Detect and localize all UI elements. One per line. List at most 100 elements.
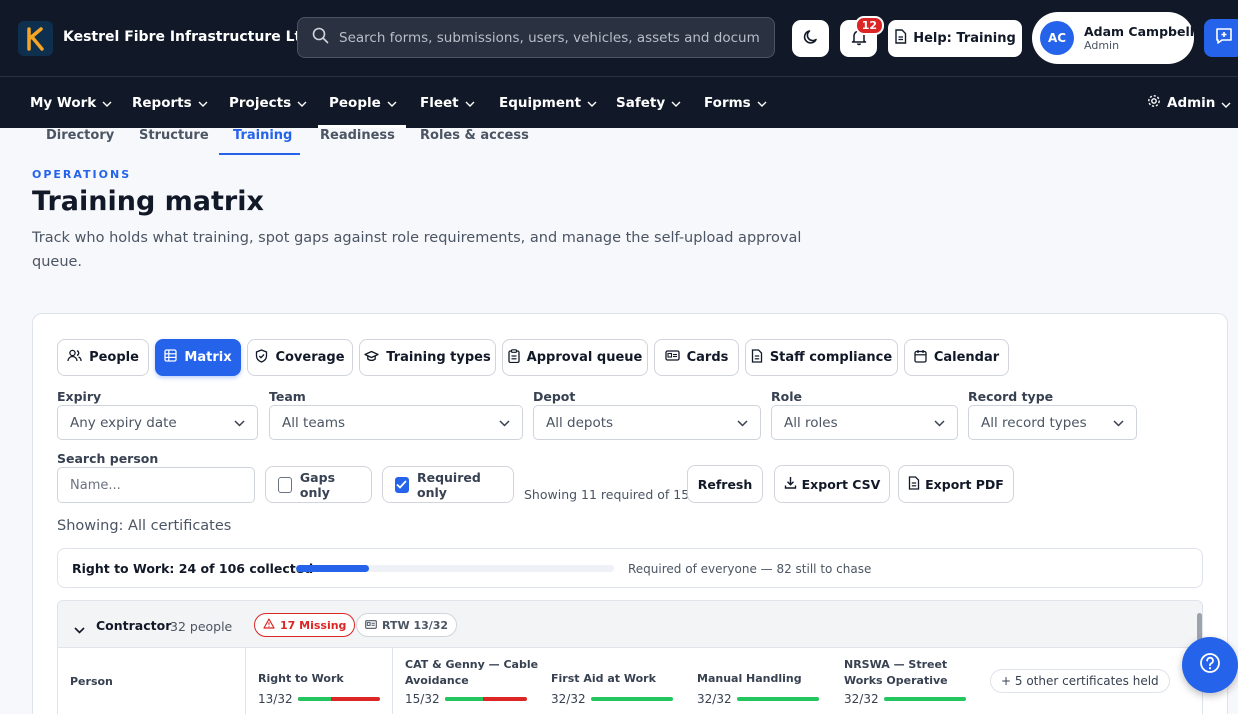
company-logo[interactable]	[18, 21, 53, 56]
moon-icon	[802, 28, 820, 50]
chevron-down-icon	[102, 95, 112, 111]
chevron-down-icon	[587, 95, 597, 111]
view-tab-cards[interactable]: Cards	[654, 339, 739, 376]
view-tab-calendar[interactable]: Calendar	[904, 339, 1009, 376]
nav-people[interactable]: People	[329, 94, 397, 111]
refresh-button[interactable]: Refresh	[687, 465, 763, 503]
chevron-down-icon[interactable]	[74, 619, 85, 638]
view-tab-coverage[interactable]: Coverage	[247, 339, 353, 376]
tab-structure[interactable]: Structure	[139, 128, 209, 143]
gaps-only-checkbox[interactable]	[278, 476, 292, 493]
required-only-checkbox[interactable]	[395, 476, 409, 493]
view-tab-label: Training types	[386, 350, 491, 365]
view-tab-label: Cards	[686, 350, 729, 365]
id-card-icon	[365, 619, 377, 632]
view-tab-label: Coverage	[275, 350, 345, 365]
view-tab-label: Staff compliance	[769, 350, 893, 365]
page-eyebrow: OPERATIONS	[32, 168, 132, 181]
checkmark-icon	[396, 480, 408, 489]
tab-active-indicator	[219, 153, 300, 155]
cert-count: 32/32	[844, 692, 879, 706]
person-column-header[interactable]: Person	[58, 648, 246, 714]
tab-roles-access[interactable]: Roles & access	[420, 128, 529, 143]
nav-label: Fleet	[420, 94, 459, 111]
role-label: Role	[771, 389, 802, 404]
rtw-summary-label: Right to Work: 24 of 106 collected	[72, 561, 314, 576]
export-csv-label: Export CSV	[801, 476, 881, 492]
download-icon	[784, 476, 797, 492]
global-search[interactable]	[297, 17, 775, 58]
people-subtabs: Directory Structure Training Readiness R…	[0, 128, 1238, 156]
cert-name: Manual Handling	[697, 672, 802, 685]
view-tab-matrix[interactable]: Matrix	[155, 339, 241, 376]
chevron-down-icon	[1113, 415, 1124, 431]
notifications-button[interactable]: 12	[840, 16, 884, 57]
help-button[interactable]: Help: Training	[888, 20, 1022, 57]
nav-projects[interactable]: Projects	[229, 94, 307, 111]
help-fab[interactable]	[1182, 637, 1238, 693]
depot-select[interactable]: All depots	[533, 405, 761, 440]
view-tab-approval-queue[interactable]: Approval queue	[502, 339, 648, 376]
user-menu[interactable]: AC Adam Campbell Admin	[1032, 12, 1194, 64]
group-title: Contractor	[96, 618, 172, 633]
chevron-down-icon	[499, 415, 510, 431]
tab-training[interactable]: Training	[233, 128, 292, 143]
id-card-icon	[664, 350, 680, 365]
team-select[interactable]: All teams	[269, 405, 523, 440]
record-type-label: Record type	[968, 389, 1054, 404]
cert-name: NRSWA — Street Works Operative	[844, 658, 948, 687]
grid-icon	[164, 349, 178, 366]
view-tab-label: Calendar	[933, 350, 1000, 365]
export-pdf-button[interactable]: Export PDF	[898, 465, 1014, 503]
nav-forms[interactable]: Forms	[704, 94, 767, 111]
nav-fleet[interactable]: Fleet	[420, 94, 475, 111]
rtw-summary: Right to Work: 24 of 106 collected Requi…	[57, 548, 1203, 588]
expiry-label: Expiry	[57, 389, 102, 404]
export-csv-button[interactable]: Export CSV	[774, 465, 890, 503]
required-only-toggle[interactable]: Required only	[382, 466, 514, 503]
view-tab-label: Matrix	[184, 350, 232, 365]
gaps-only-toggle[interactable]: Gaps only	[265, 466, 372, 503]
document-icon	[894, 29, 907, 48]
cert-name: First Aid at Work	[551, 672, 656, 685]
gaps-only-label: Gaps only	[299, 469, 336, 500]
clipboard-icon	[507, 348, 520, 367]
shield-check-icon	[255, 348, 268, 367]
rtw-progress-fill	[296, 565, 370, 572]
team-label: Team	[269, 389, 306, 404]
graduation-cap-icon	[364, 350, 379, 366]
expiry-select[interactable]: Any expiry date	[57, 405, 258, 440]
other-certs-pill[interactable]: + 5 other certificates held	[990, 669, 1170, 693]
refresh-label: Refresh	[697, 476, 753, 492]
search-person-input[interactable]	[57, 467, 255, 503]
search-input[interactable]	[339, 29, 759, 46]
chevron-down-icon	[297, 95, 307, 111]
role-select[interactable]: All roles	[771, 405, 958, 440]
nav-admin[interactable]: Admin	[1147, 94, 1231, 112]
top-bar: Kestrel Fibre Infrastructure Ltd 12 Help…	[0, 0, 1238, 76]
cert-count: 13/32	[258, 692, 293, 706]
dark-mode-toggle[interactable]	[792, 20, 829, 57]
tab-readiness[interactable]: Readiness	[320, 128, 395, 143]
nav-reports[interactable]: Reports	[132, 94, 208, 111]
chevron-down-icon	[1221, 96, 1231, 112]
nav-label: Safety	[616, 94, 666, 111]
nav-equipment[interactable]: Equipment	[499, 94, 597, 111]
tab-directory[interactable]: Directory	[46, 128, 114, 143]
cert-coverage-fill	[591, 697, 673, 701]
nav-label: My Work	[30, 94, 97, 111]
search-icon	[312, 27, 329, 48]
view-tab-people[interactable]: People	[57, 339, 149, 376]
cert-coverage-fill	[445, 697, 484, 701]
feedback-button[interactable]	[1204, 19, 1238, 57]
view-tab-training-types[interactable]: Training types	[359, 339, 496, 376]
nav-label: Admin	[1167, 95, 1216, 111]
scrollbar-thumb[interactable]	[1197, 613, 1202, 641]
group-header[interactable]: Contractor 32 people 17 Missing RTW 13/3…	[58, 601, 1202, 648]
view-tab-staff-compliance[interactable]: Staff compliance	[745, 339, 898, 376]
nav-my-work[interactable]: My Work	[30, 94, 112, 111]
view-tab-label: People	[89, 350, 139, 365]
users-icon	[67, 349, 82, 366]
record-type-select[interactable]: All record types	[968, 405, 1137, 440]
nav-safety[interactable]: Safety	[616, 94, 681, 111]
